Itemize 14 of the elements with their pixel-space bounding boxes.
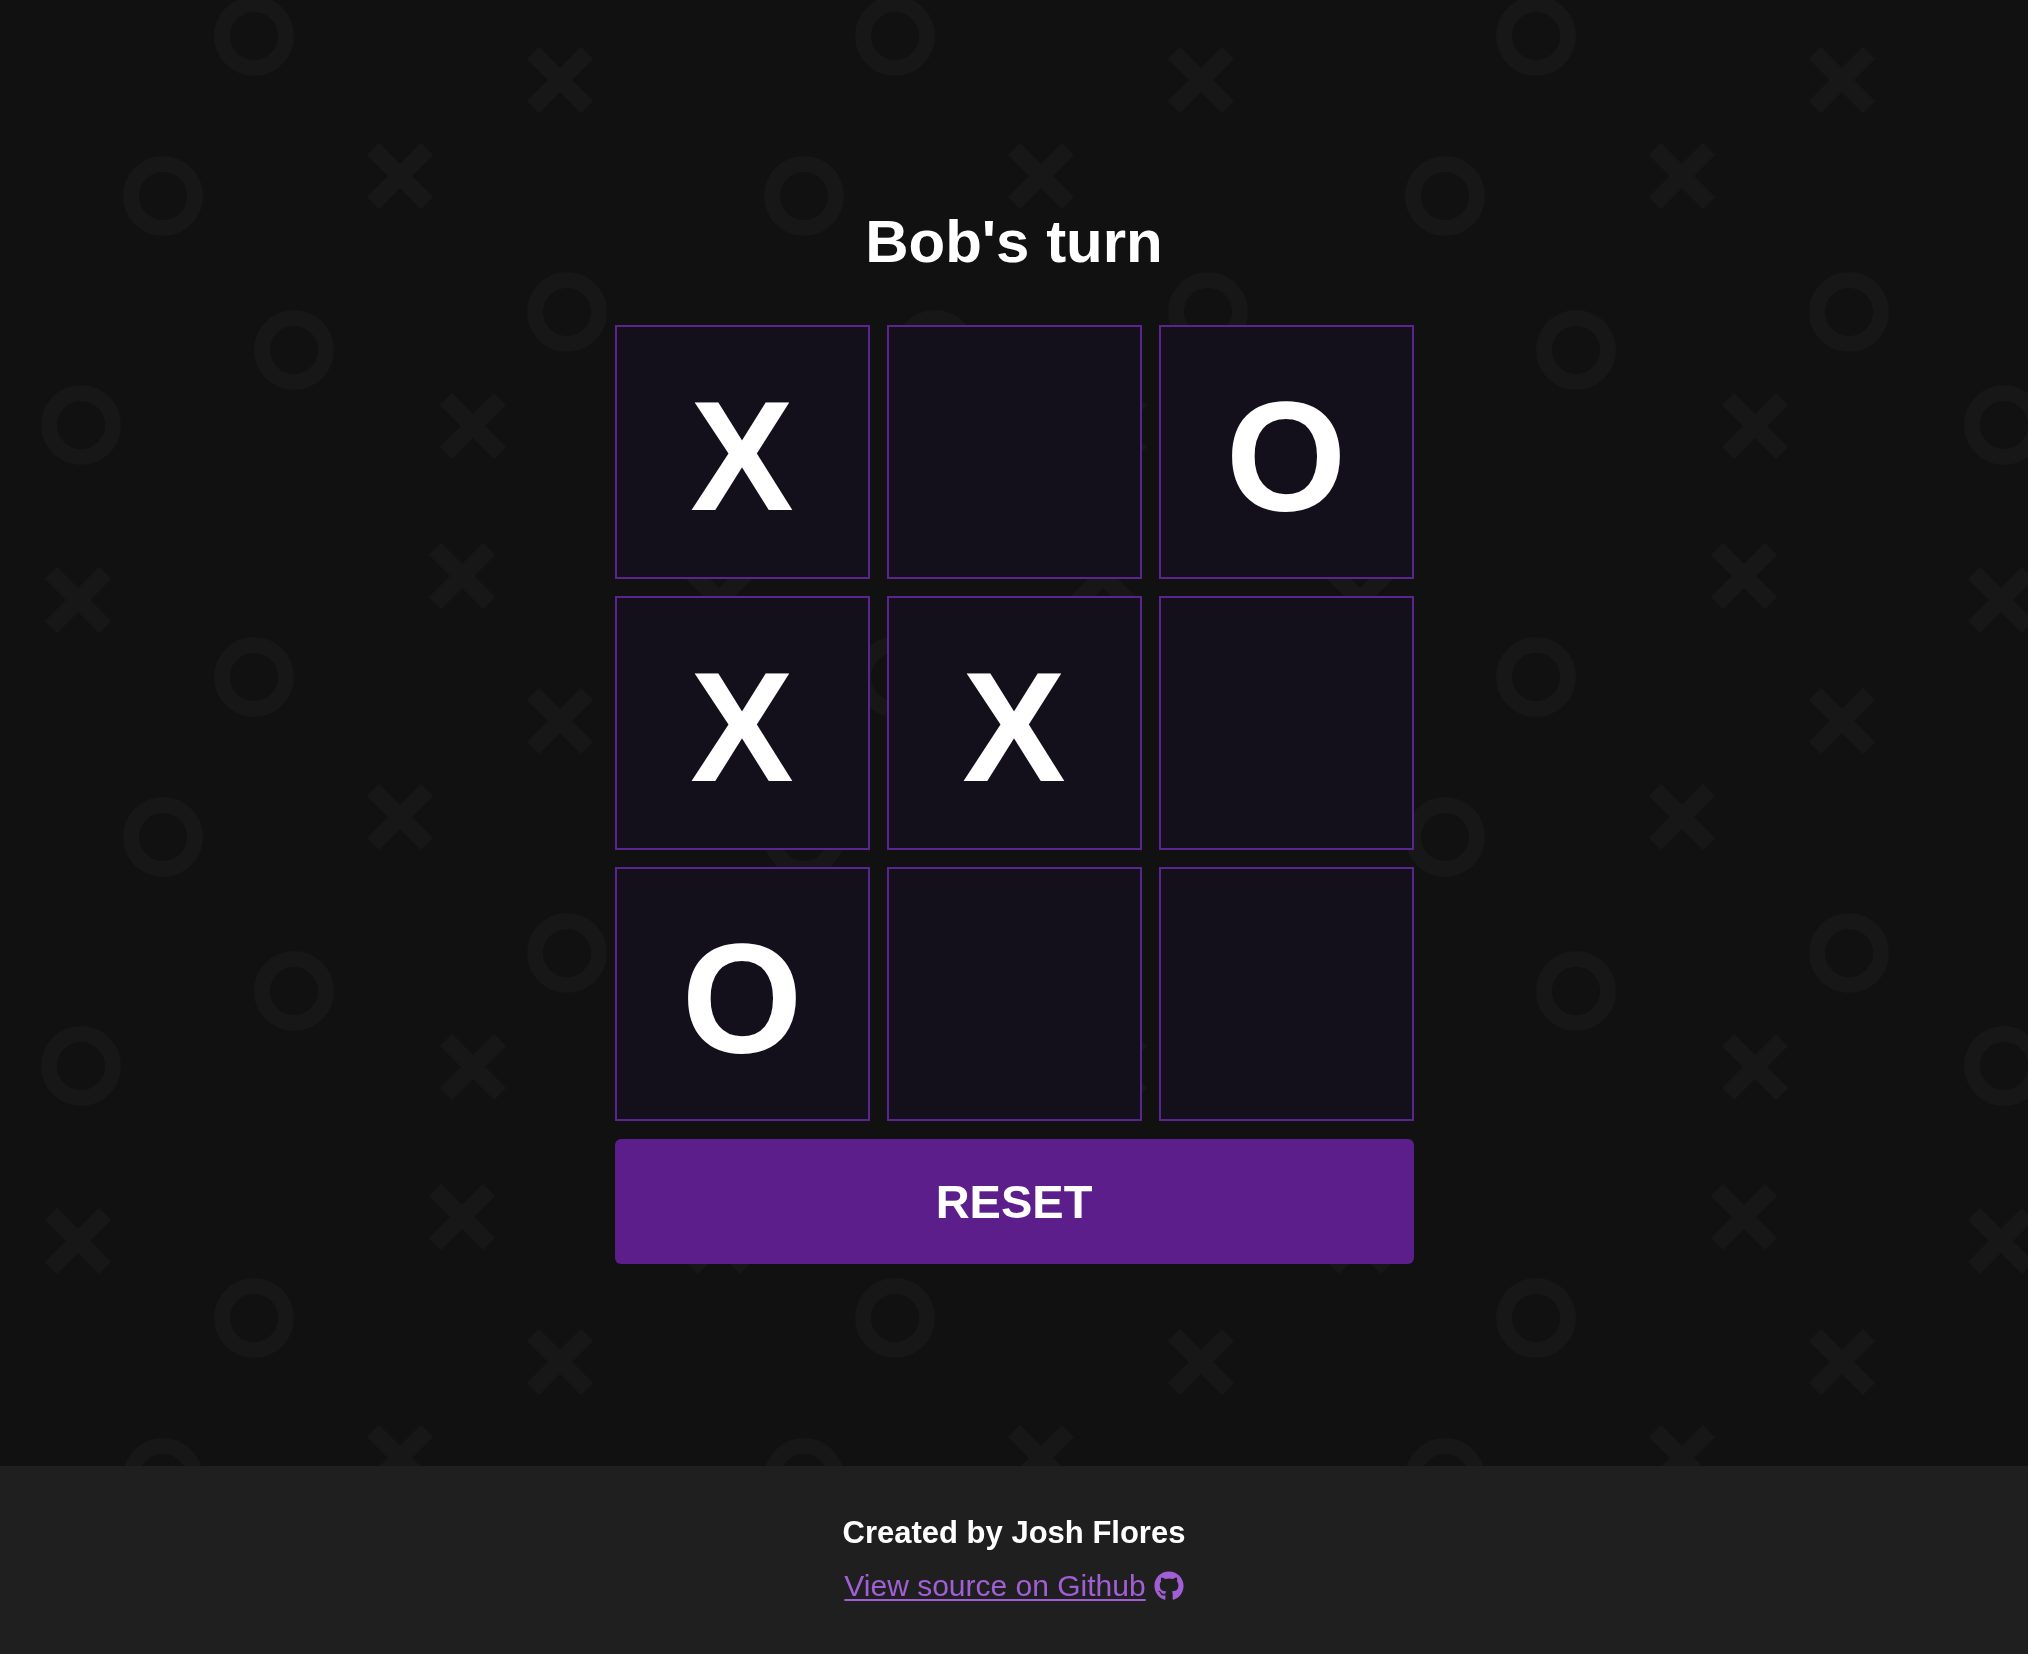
github-icon — [1153, 1571, 1184, 1602]
turn-heading: Bob's turn — [865, 207, 1163, 277]
board-cell[interactable]: X — [886, 596, 1142, 850]
board-cell[interactable] — [1158, 867, 1414, 1121]
board-cell[interactable]: O — [614, 867, 870, 1121]
source-link[interactable]: View source on Github — [844, 1568, 1184, 1605]
board-cell[interactable]: X — [614, 325, 870, 579]
board-cell[interactable]: X — [614, 596, 870, 850]
reset-button[interactable]: RESET — [614, 1139, 1414, 1264]
board-cell[interactable] — [1158, 596, 1414, 850]
board-cell[interactable] — [886, 867, 1142, 1121]
board-cell[interactable] — [886, 325, 1142, 579]
credit-text: Created by Josh Flores — [842, 1514, 1186, 1552]
board-cell[interactable]: O — [1158, 325, 1414, 579]
